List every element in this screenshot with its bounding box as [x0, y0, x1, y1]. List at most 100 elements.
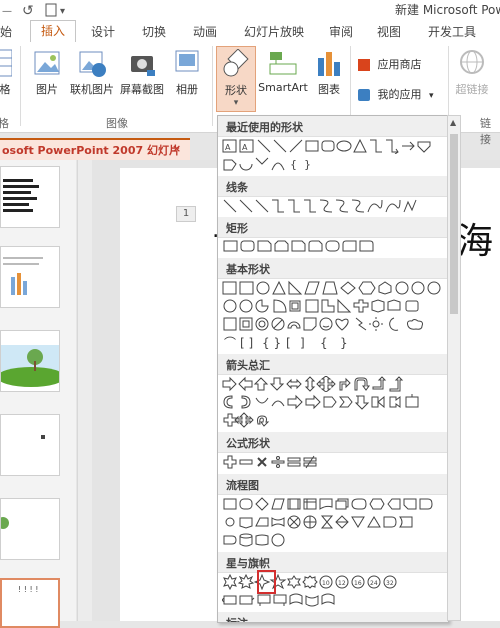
shape-row-arrows-1 [222, 375, 446, 394]
shape-row-basic-2 [222, 298, 446, 316]
svg-text:A: A [242, 143, 248, 152]
slide-thumbnail[interactable] [0, 414, 60, 476]
document-tab-title: osoft PowerPoint 2007 幻灯片 [2, 144, 180, 157]
section-basic-shapes: 基本形状 [218, 258, 448, 279]
my-apps-button[interactable]: 我的应用 ▾ [358, 86, 434, 102]
svg-text:[: [ [286, 336, 291, 350]
block-arrows-icons-3[interactable] [222, 412, 446, 428]
photo-album-icon [175, 50, 199, 72]
tab-transitions[interactable]: 切换 [142, 23, 166, 40]
recent-shapes-icons[interactable]: A A [222, 138, 446, 155]
basic-shapes-icons-1[interactable] [222, 280, 446, 296]
tab-animations[interactable]: 动画 [193, 23, 217, 40]
flowchart-icons-1[interactable] [222, 496, 446, 512]
picture-button[interactable]: 图片 [32, 48, 62, 97]
svg-text:↺: ↺ [22, 3, 34, 19]
shape-row-arrows-3 [222, 412, 446, 430]
slide-thumbnail[interactable] [0, 166, 60, 228]
thumbnail-scrollbar[interactable] [77, 160, 92, 621]
online-picture-button[interactable]: 联机图片 [68, 48, 116, 97]
app-store-button[interactable]: 应用商店 [358, 56, 422, 72]
svg-text:{ }: { } [262, 336, 281, 350]
shape-row-flowchart-1 [222, 496, 446, 514]
album-label: 相册 [176, 83, 198, 96]
tab-developer[interactable]: 开发工具 [428, 23, 476, 40]
section-title: 公式形状 [226, 437, 270, 450]
shape-row-stars-1: 10 12 16 24 32 [222, 573, 446, 592]
tab-view[interactable]: 视图 [377, 23, 401, 40]
apps-icon [358, 89, 370, 101]
tab-review[interactable]: 审阅 [329, 23, 353, 40]
equation-shapes-icons[interactable] [222, 454, 446, 470]
tab-insert[interactable]: 插入 [30, 20, 77, 43]
hyperlink-button[interactable]: 超链接 [452, 48, 492, 97]
slide-thumbnail-pane: ! ! ! ! [0, 160, 76, 628]
group-divider [212, 46, 213, 126]
links-group-label: 链接 [480, 117, 491, 146]
table-button[interactable]: 格 [0, 48, 12, 97]
shapes-label: 形状 [225, 84, 247, 97]
star-shapes-icons-1[interactable]: 10 12 16 24 32 [222, 573, 446, 591]
group-divider [350, 46, 351, 126]
shape-row-lines [222, 198, 446, 216]
recent-shapes-icons-2[interactable]: { } [222, 156, 446, 172]
shape-row-recent-2: { } [222, 156, 446, 174]
shape-row-rectangles [222, 238, 446, 256]
slide-thumbnail[interactable] [0, 330, 65, 392]
svg-text:—: — [2, 6, 12, 17]
svg-text:24: 24 [370, 580, 378, 587]
basic-shapes-icons-3[interactable] [222, 316, 446, 332]
text-slide-preview [3, 179, 39, 212]
screenshot-label: 屏幕截图 [120, 83, 164, 96]
slide-thumbnail[interactable] [0, 246, 60, 308]
shapes-gallery: 最近使用的形状 A A {} 线条 矩形 基本形状 ⌒ [] {} []… [217, 115, 449, 623]
shapes-icon [223, 49, 249, 77]
shapes-gallery-scrollbar[interactable]: ▲ [447, 115, 461, 621]
tables-group-label: 格 [0, 117, 9, 130]
svg-text:12: 12 [338, 580, 346, 587]
hyperlink-label: 超链接 [455, 83, 489, 96]
banner-shapes-icons[interactable] [221, 592, 446, 608]
smartart-button[interactable]: SmartArt [258, 48, 308, 94]
tab-slideshow[interactable]: 幻灯片放映 [244, 23, 304, 40]
flowchart-icons-3[interactable] [222, 532, 446, 548]
basic-shapes-icons-2[interactable] [222, 298, 446, 314]
scrollbar-thumb[interactable] [450, 134, 458, 314]
tab-design[interactable]: 设计 [91, 23, 115, 40]
scroll-up-icon[interactable]: ▲ [450, 118, 456, 127]
shape-row-equation [222, 454, 446, 472]
shape-row-basic-1 [222, 280, 446, 298]
shape-row-arrows-2 [222, 394, 446, 412]
block-arrows-icons-1[interactable] [222, 375, 446, 393]
quick-access-icons[interactable]: — ↺ ▾ [0, 1, 80, 19]
slide-title-char[interactable]: 海 [457, 212, 493, 264]
screenshot-button[interactable]: 屏幕截图 [118, 48, 166, 97]
chart-label: 图表 [318, 83, 340, 96]
group-divider [20, 46, 21, 126]
rectangle-shapes-icons[interactable] [222, 238, 446, 254]
slide-thumbnail[interactable] [0, 498, 60, 560]
online-picture-icon [79, 51, 106, 77]
tab-home[interactable]: 开始 [0, 23, 12, 40]
basic-shapes-icons-4[interactable]: ⌒ [ ] { } [ ] { } [222, 334, 446, 350]
shape-row-flowchart-3 [222, 532, 446, 550]
section-flowchart: 流程图 [218, 474, 448, 495]
flowchart-icons-2[interactable] [222, 514, 446, 530]
block-arrows-icons-2[interactable] [222, 394, 446, 410]
highlighted-4-point-star[interactable] [257, 570, 276, 594]
chart-button[interactable]: 图表 [312, 48, 346, 97]
smartart-icon [269, 52, 297, 75]
shape-row-stars-2 [221, 592, 446, 610]
shapes-button[interactable]: 形状 ▾ [216, 46, 256, 112]
section-title: 线条 [226, 181, 248, 194]
document-tab[interactable]: osoft PowerPoint 2007 幻灯片 × [0, 138, 190, 160]
svg-text:[ ]: [ ] [240, 336, 253, 350]
line-shapes-icons[interactable] [222, 198, 446, 214]
album-button[interactable]: 相册 [172, 48, 202, 97]
close-icon[interactable]: × [172, 142, 181, 155]
shape-row-flowchart-2 [222, 514, 446, 532]
section-stars-banners: 星与旗帜 [218, 552, 448, 573]
section-lines: 线条 [218, 176, 448, 197]
svg-text:{: { [290, 158, 297, 171]
section-recent-shapes: 最近使用的形状 [218, 116, 448, 137]
